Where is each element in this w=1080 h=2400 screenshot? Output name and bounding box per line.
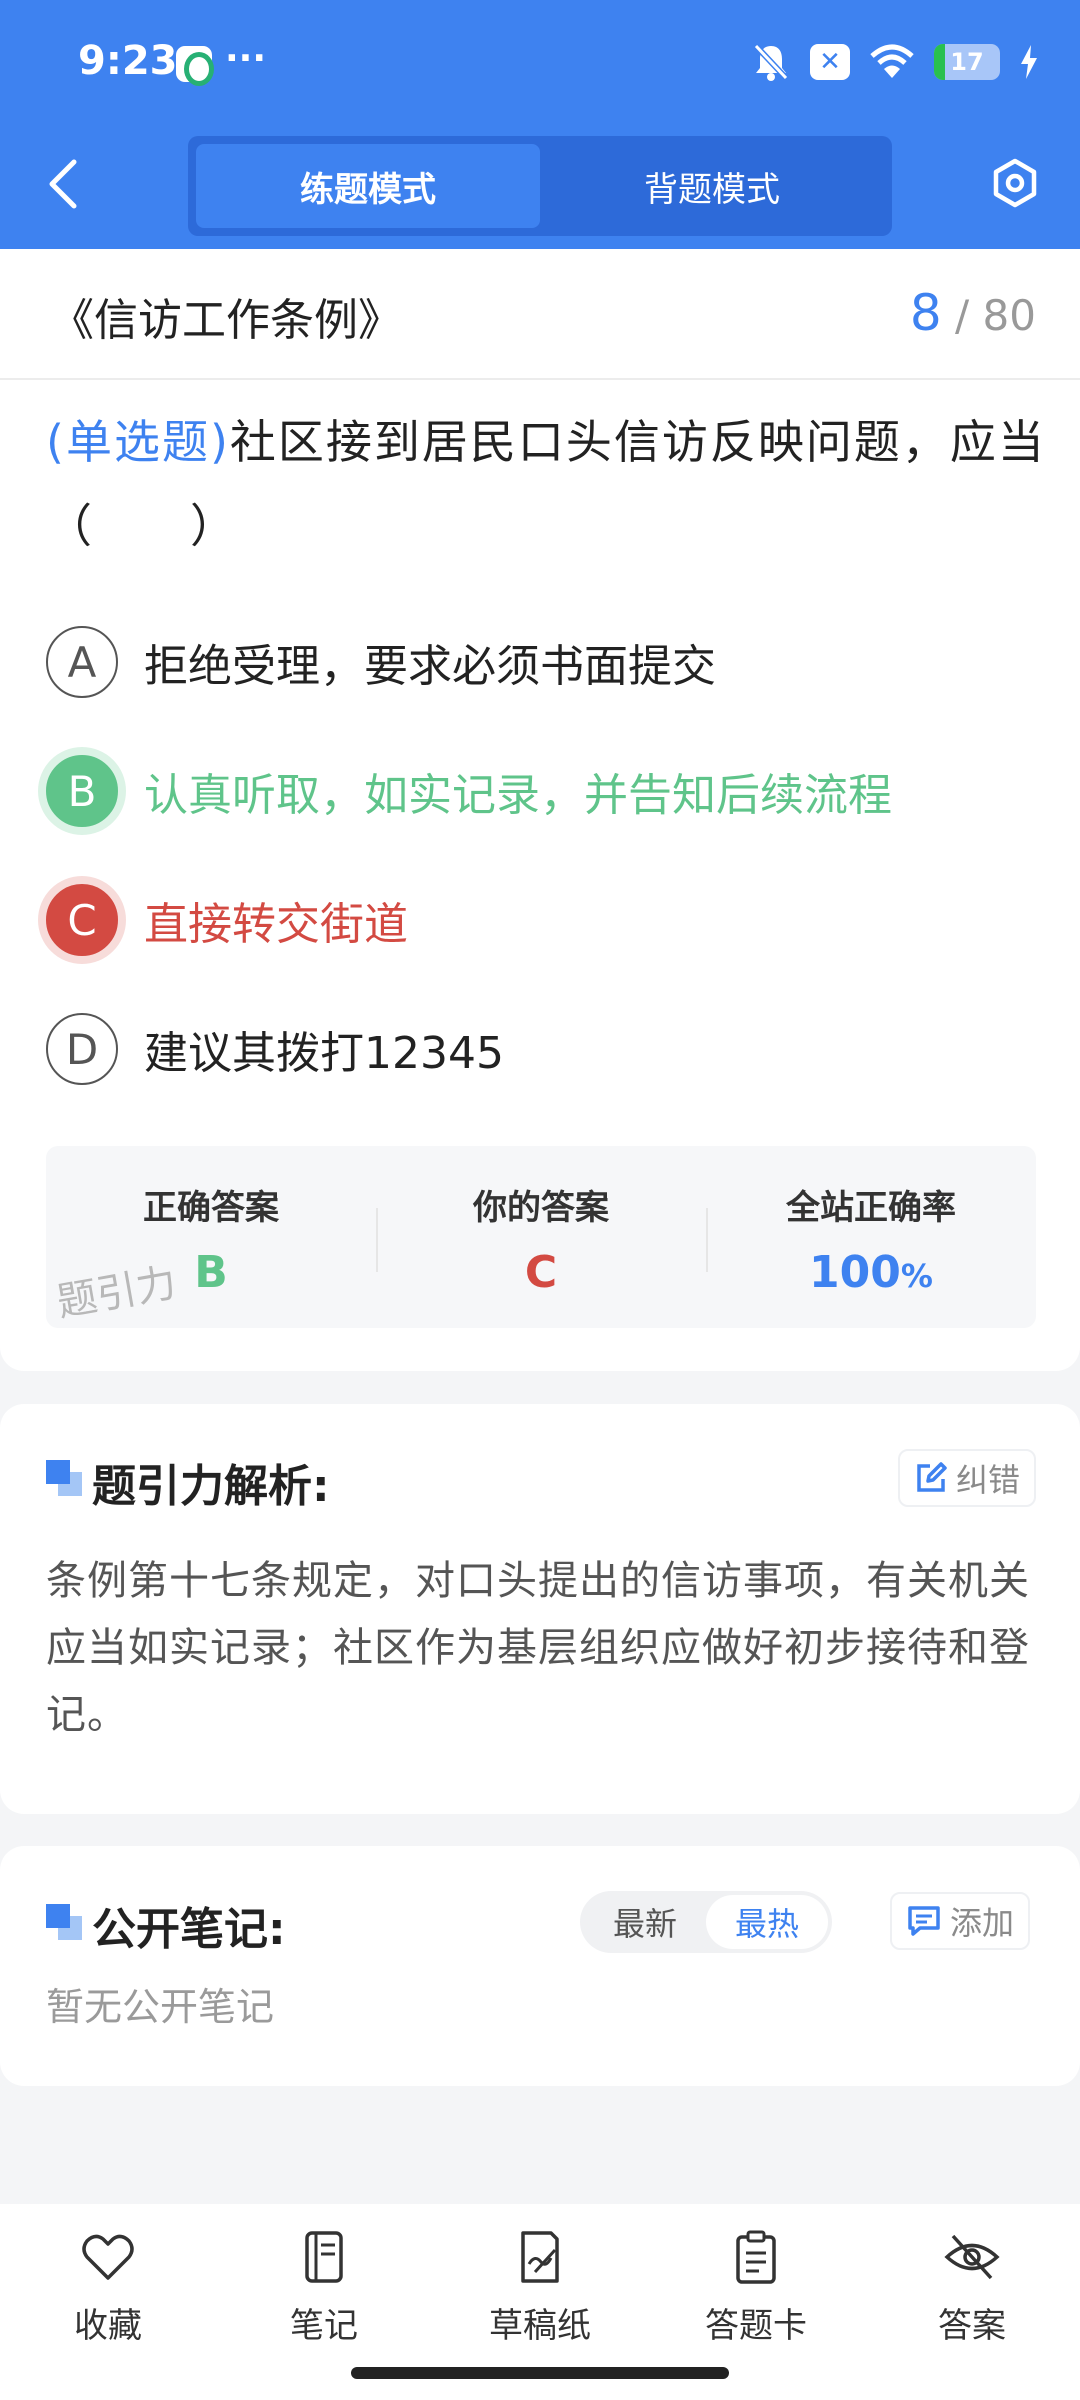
notebook-icon [305, 2231, 343, 2283]
show-answer-label: 答案 [938, 2306, 1006, 2346]
answer-summary: 正确答案 B 你的答案 C 全站正确率 100% [46, 1146, 1036, 1328]
notes-title: 公开笔记: [92, 1904, 286, 1955]
analysis-title: 题引力解析: [92, 1461, 330, 1512]
more-notifications-icon: ··· [225, 38, 267, 79]
current-question-number: 8 [909, 284, 942, 342]
total-questions: / 80 [955, 291, 1036, 340]
question-text: (单选题)社区接到居民口头信访反映问题，应当（ ） [46, 400, 1046, 568]
option-letter: A [46, 626, 118, 698]
notes-sort-toggle: 最新 最热 [580, 1891, 832, 1953]
charging-icon [1021, 45, 1037, 79]
draft-paper-label: 草稿纸 [489, 2306, 591, 2346]
app-notification-icon [176, 46, 214, 86]
show-answer-button[interactable]: 答案 [882, 2228, 1062, 2347]
heart-icon [82, 2234, 134, 2280]
home-indicator[interactable] [351, 2367, 729, 2379]
your-answer-label: 你的答案 [473, 1188, 609, 1228]
edit-icon [917, 1462, 947, 1492]
status-icons: ✕ 17 [752, 40, 1038, 84]
analysis-text: 条例第十七条规定，对口头提出的信访事项，有关机关应当如实记录；社区作为基层组织应… [46, 1558, 1030, 1738]
answer-sheet-button[interactable]: 答题卡 [666, 2228, 846, 2347]
tab-recite-mode[interactable]: 背题模式 [540, 144, 884, 228]
battery-indicator: 17 [934, 44, 1000, 80]
empty-notes-text: 暂无公开笔记 [46, 1985, 275, 2029]
battery-percent: 17 [950, 48, 984, 76]
correct-answer-label: 正确答案 [143, 1188, 279, 1228]
question-counter: 8 / 80 [910, 284, 1036, 342]
option-text: 建议其拨打12345 [144, 1028, 504, 1079]
x-notification-icon: ✕ [810, 44, 850, 80]
report-error-button[interactable]: 纠错 [898, 1449, 1037, 1507]
question-type-label: (单选题) [46, 415, 230, 469]
option-letter: D [46, 1013, 118, 1085]
mode-tabs: 练题模式 背题模式 [188, 136, 892, 236]
divider [0, 378, 1080, 380]
notes-button[interactable]: 笔记 [234, 2228, 414, 2347]
settings-icon[interactable] [990, 158, 1040, 208]
add-note-button[interactable]: 添加 [890, 1892, 1031, 1950]
eye-off-icon [944, 2234, 1000, 2280]
comment-icon [908, 1906, 940, 1936]
option-letter: B [46, 755, 118, 827]
notes-card [0, 1846, 1080, 2086]
clipboard-icon [736, 2230, 776, 2284]
option-text: 拒绝受理，要求必须书面提交 [144, 641, 716, 692]
section-icon [46, 1904, 82, 1940]
bell-off-icon [753, 43, 789, 81]
notes-label: 笔记 [290, 2306, 358, 2346]
sort-latest[interactable]: 最新 [584, 1895, 706, 1949]
option-a[interactable]: A 拒绝受理，要求必须书面提交 [46, 626, 716, 698]
sort-hottest[interactable]: 最热 [706, 1895, 828, 1949]
accuracy-number: 100 [809, 1247, 901, 1298]
wifi-icon [870, 44, 914, 78]
option-c[interactable]: C 直接转交街道 [46, 884, 408, 956]
add-note-label: 添加 [950, 1904, 1015, 1942]
accuracy-unit: % [900, 1257, 933, 1295]
your-answer-value: C [524, 1247, 558, 1298]
option-letter: C [46, 884, 118, 956]
draft-icon [521, 2231, 559, 2283]
favorite-button[interactable]: 收藏 [18, 2228, 198, 2347]
back-arrow-icon[interactable] [40, 154, 90, 214]
your-answer-column: 你的答案 C [376, 1146, 706, 1328]
accuracy-value: 100% [706, 1247, 1036, 1298]
option-text: 认真听取，如实记录，并告知后续流程 [144, 770, 892, 821]
app-header: 9:23 ··· ✕ 17 练题模式 背题模式 [0, 0, 1080, 249]
tab-practice-mode[interactable]: 练题模式 [196, 144, 540, 228]
option-b[interactable]: B 认真听取，如实记录，并告知后续流程 [46, 755, 892, 827]
section-icon [46, 1460, 82, 1496]
option-text: 直接转交街道 [144, 899, 408, 950]
accuracy-label: 全站正确率 [786, 1188, 956, 1228]
accuracy-column: 全站正确率 100% [706, 1146, 1036, 1328]
favorite-label: 收藏 [74, 2306, 142, 2346]
draft-paper-button[interactable]: 草稿纸 [450, 2228, 630, 2347]
report-error-label: 纠错 [956, 1461, 1021, 1499]
option-d[interactable]: D 建议其拨打12345 [46, 1013, 504, 1085]
status-time: 9:23 [78, 38, 178, 84]
document-title: 《信访工作条例》 [50, 295, 402, 346]
answer-sheet-label: 答题卡 [705, 2306, 807, 2346]
